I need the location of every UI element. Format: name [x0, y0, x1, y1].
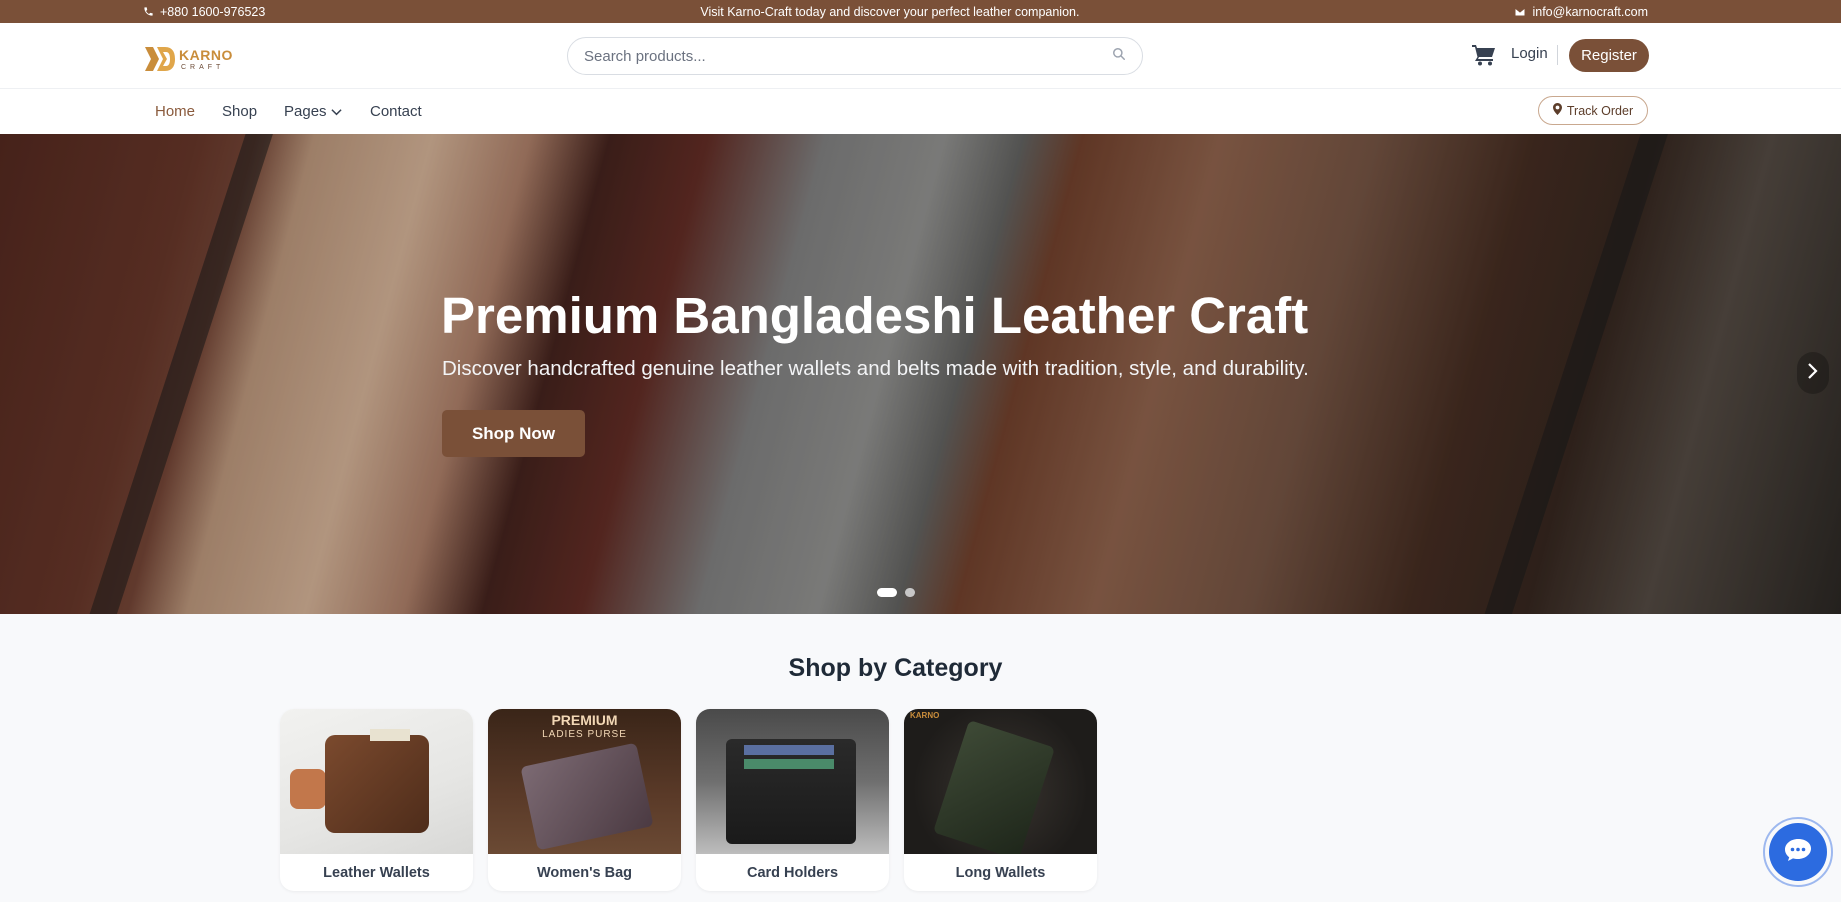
category-image-subtext: LADIES PURSE — [542, 729, 627, 740]
logo-subtext: CRAFT — [181, 63, 225, 71]
login-link[interactable]: Login — [1511, 45, 1548, 62]
top-announcement-bar: +880 1600-976523 Visit Karno-Craft today… — [0, 0, 1841, 23]
chat-widget-button[interactable] — [1763, 817, 1833, 887]
nav-item-shop[interactable]: Shop — [222, 103, 257, 120]
topbar-email-text: info@karnocraft.com — [1532, 4, 1648, 19]
search-icon[interactable] — [1112, 47, 1126, 66]
slide-dot-1[interactable] — [877, 588, 897, 597]
mail-icon — [1514, 7, 1526, 17]
hero-next-button[interactable] — [1797, 352, 1829, 394]
category-image — [696, 709, 889, 854]
category-card-leather-wallets[interactable]: Leather Wallets — [280, 709, 473, 891]
topbar-phone-text: +880 1600-976523 — [160, 4, 266, 19]
hero-banner: Premium Bangladeshi Leather Craft Discov… — [0, 134, 1841, 614]
logo-text: KARNO — [179, 46, 233, 63]
category-card-card-holders[interactable]: Card Holders — [696, 709, 889, 891]
topbar-announcement: Visit Karno-Craft today and discover you… — [700, 4, 1080, 19]
track-order-button[interactable]: Track Order — [1538, 96, 1648, 125]
slide-dot-2[interactable] — [905, 588, 915, 597]
hero-title: Premium Bangladeshi Leather Craft — [441, 287, 1309, 344]
cart-icon[interactable] — [1472, 44, 1496, 66]
chevron-down-icon — [330, 103, 342, 120]
category-section-title: Shop by Category — [788, 654, 1003, 682]
topbar-phone[interactable]: +880 1600-976523 — [143, 5, 265, 19]
hero-subtitle: Discover handcrafted genuine leather wal… — [442, 357, 1309, 380]
category-label: Leather Wallets — [323, 864, 430, 881]
chevron-right-icon — [1807, 362, 1819, 385]
category-image-text: PREMIUM — [551, 712, 618, 728]
category-image: KARNO — [904, 709, 1097, 854]
chat-icon — [1784, 838, 1812, 867]
shop-now-button[interactable]: Shop Now — [442, 410, 585, 457]
search-bar[interactable] — [567, 37, 1143, 75]
category-card-womens-bag[interactable]: PREMIUM LADIES PURSE Women's Bag — [488, 709, 681, 891]
header-divider — [1557, 45, 1558, 65]
category-card-long-wallets[interactable]: KARNO Long Wallets — [904, 709, 1097, 891]
brand-logo[interactable]: KARNO CRAFT — [143, 42, 239, 76]
category-image: PREMIUM LADIES PURSE — [488, 709, 681, 854]
nav-item-pages-label: Pages — [284, 103, 327, 120]
phone-icon — [143, 6, 154, 17]
category-label: Long Wallets — [955, 864, 1046, 881]
logo-mark-icon — [145, 47, 175, 71]
category-image-logo: KARNO — [910, 711, 940, 720]
track-order-label: Track Order — [1566, 103, 1634, 118]
location-pin-icon — [1552, 103, 1562, 118]
topbar-email[interactable]: info@karnocraft.com — [1514, 5, 1648, 19]
nav-item-contact[interactable]: Contact — [370, 103, 422, 120]
register-button[interactable]: Register — [1569, 39, 1649, 72]
nav-item-pages[interactable]: Pages — [284, 103, 342, 120]
category-label: Card Holders — [746, 864, 839, 881]
search-input[interactable] — [584, 47, 1112, 65]
category-image — [280, 709, 473, 854]
nav-item-home[interactable]: Home — [155, 103, 195, 120]
category-label: Women's Bag — [536, 864, 633, 881]
